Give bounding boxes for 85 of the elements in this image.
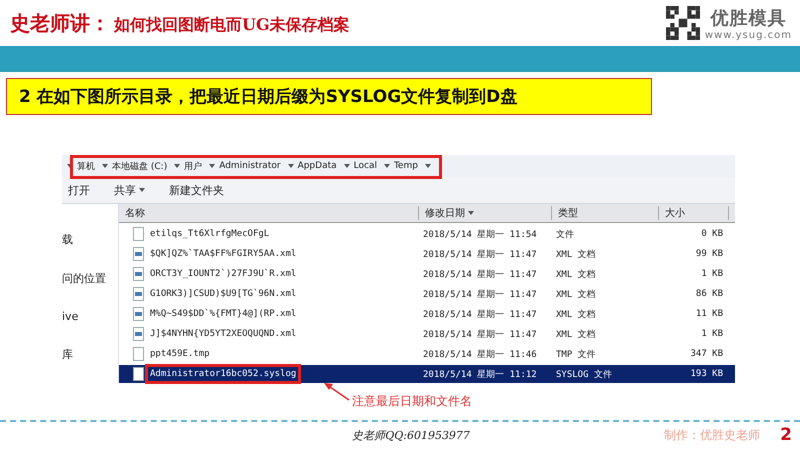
file-size: 99 KB [694,249,724,259]
file-icon [133,367,144,381]
file-icon [133,227,144,241]
file-type: SYSLOG 文件 [555,368,613,380]
qr-code-icon [666,6,700,40]
file-size: 1 KB [700,269,724,279]
file-row[interactable]: Administrator16bc052.syslog 2018/5/14 星期一 11:12 SYSLOG 文件 193 KB [119,365,735,383]
xml-file-icon [133,267,144,281]
file-name: J]$4NYHN{YD5YT2XEOQUQND.xml [150,329,296,339]
breadcrumb-item[interactable]: 算机 [77,160,95,172]
column-header[interactable]: 名称 [119,206,419,220]
modified-date: 2018/5/14 星期一 11:47 [422,288,538,300]
file-type: TMP 文件 [555,348,597,360]
file-icon [133,347,144,361]
modified-date: 2018/5/14 星期一 11:46 [422,348,538,360]
breadcrumb-item[interactable]: 本地磁盘 (C:) [112,160,168,172]
caret-icon [209,164,216,168]
caret-icon [102,164,108,168]
xml-file-icon [133,287,144,301]
file-name: $QK]QZ%`TAA$FF%FGIRY5AA.xml [150,249,296,259]
breadcrumb-item[interactable]: Temp [394,161,418,171]
toolbar-button[interactable]: 新建文件夹 [163,180,230,200]
slide-title: 如何找回图断电而UG未保存档案 [114,14,350,36]
toolbar-button[interactable]: 打开 [62,180,96,200]
xml-file-icon [133,307,144,321]
file-size: 193 KB [689,369,724,379]
file-name: ppt459E.tmp [150,349,210,359]
caret-icon [384,164,390,168]
brand-url: www.ysug.com [704,30,792,40]
file-row[interactable]: $QK]QZ%`TAA$FF%FGIRY5AA.xml 2018/5/14 星期一 11:47 XML 文档 99 KB [119,245,735,263]
modified-date: 2018/5/14 星期一 11:47 [422,268,538,280]
modified-date: 2018/5/14 星期一 11:12 [422,368,538,380]
file-name: M%Q~S49$DD`%{FMT}4@](RP.xml [150,309,296,319]
credit-text: 制作：优胜史老师 [664,426,760,444]
file-size: 1 KB [700,329,724,339]
file-row[interactable]: G1ORK3)]CSUD)$U9[TG`96N.xml 2018/5/14 星期一 11:47 XML 文档 86 KB [119,285,735,303]
instruction-text: 2 在如下图所示目录，把最近日期后缀为SYSLOG文件复制到D盘 [6,78,652,115]
file-row[interactable]: J]$4NYHN{YD5YT2XEOQUQND.xml 2018/5/14 星期一 11:47 XML 文档 1 KB [119,325,735,343]
breadcrumb-item[interactable]: Administrator [219,161,281,171]
modified-date: 2018/5/14 星期一 11:47 [422,248,538,260]
file-size: 11 KB [694,309,724,319]
file-type: 文件 [555,228,575,240]
nav-item[interactable]: 库 [62,347,118,362]
file-row[interactable]: etilqs_Tt6XlrfgMecOFgL 2018/5/14 星期一 11:54 文件 0 KB [119,225,735,243]
breadcrumb-item[interactable]: AppData [298,161,337,171]
file-type: XML 文档 [555,328,597,340]
file-type: XML 文档 [555,308,597,320]
page-number: 2 [780,425,792,445]
file-type: XML 文档 [555,268,597,280]
file-size: 86 KB [694,289,724,299]
file-name: Administrator16bc052.syslog [150,369,296,379]
xml-file-icon [133,247,144,261]
file-type: XML 文档 [555,248,597,260]
modified-date: 2018/5/14 星期一 11:47 [422,328,538,340]
brand-name: 优胜模具 [710,6,786,30]
annotation-arrow [324,383,350,401]
modified-date: 2018/5/14 星期一 11:54 [422,228,538,240]
nav-item[interactable]: 载 [62,232,118,247]
column-header[interactable]: 修改日期 [419,206,552,220]
nav-item[interactable]: 问的位置 [62,271,118,286]
caret-icon [288,164,294,168]
file-type: XML 文档 [555,288,597,300]
column-header[interactable]: 大小 [659,206,729,220]
toolbar-button[interactable]: 共享 [108,180,151,200]
file-size: 0 KB [700,229,724,239]
file-row[interactable]: ppt459E.tmp 2018/5/14 星期一 11:46 TMP 文件 347 KB [119,345,735,363]
file-name: ORCT3Y_IOUNT2`)27FJ9U`R.xml [150,269,296,279]
file-name: G1ORK3)]CSUD)$U9[TG`96N.xml [150,289,296,299]
column-header[interactable]: 类型 [552,206,659,220]
breadcrumb-item[interactable]: Local [354,161,377,171]
xml-file-icon [133,327,144,341]
modified-date: 2018/5/14 星期一 11:47 [422,308,538,320]
caret-icon [174,164,180,168]
file-name: etilqs_Tt6XlrfgMecOFgL [150,229,270,239]
caret-icon [344,164,350,168]
breadcrumb-item[interactable]: 用户 [184,160,202,172]
file-size: 347 KB [689,349,724,359]
contact-text: 史老师QQ:601953977 [351,428,471,442]
annotation-text: 注意最后日期和文件名 [352,393,472,410]
slide-title-lead: 史老师讲： [10,10,110,36]
nav-item[interactable]: ive [62,310,118,323]
caret-icon [424,164,431,168]
file-row[interactable]: M%Q~S49$DD`%{FMT}4@](RP.xml 2018/5/14 星期一 11:47 XML 文档 11 KB [119,305,735,323]
caret-icon [67,164,73,168]
file-row[interactable]: ORCT3Y_IOUNT2`)27FJ9U`R.xml 2018/5/14 星期一 11:47 XML 文档 1 KB [119,265,735,283]
